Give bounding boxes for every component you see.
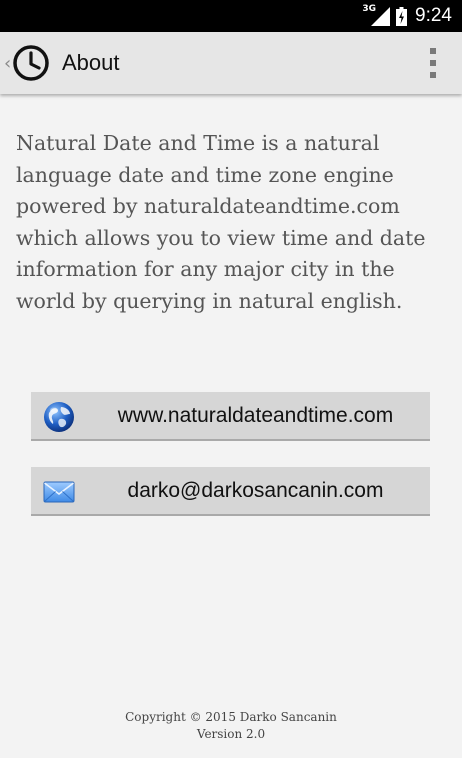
overflow-dot (430, 60, 436, 66)
footer: Copyright © 2015 Darko Sancanin Version … (0, 709, 462, 743)
about-description: Natural Date and Time is a natural langu… (16, 131, 426, 313)
website-link-button[interactable]: www.naturaldateandtime.com (31, 392, 430, 441)
clock-icon (13, 45, 49, 81)
version-text: Version 2.0 (196, 727, 266, 741)
battery-icon (396, 6, 408, 26)
envelope-icon (43, 481, 75, 503)
email-link-label: darko@darkosancanin.com (127, 479, 384, 502)
network-type-label: 3G (362, 4, 377, 14)
status-icons: 3G 9:24 (362, 0, 452, 32)
status-bar: 3G 9:24 (0, 0, 462, 32)
chevron-left-icon: ‹ (4, 52, 12, 74)
up-navigation-button[interactable]: ‹ (0, 32, 58, 94)
overflow-dot (430, 72, 436, 78)
email-link-button[interactable]: darko@darkosancanin.com (31, 467, 430, 516)
copyright-text: Copyright © 2015 Darko Sancanin (125, 710, 337, 724)
page-title: About (62, 50, 120, 75)
action-bar: ‹ About (0, 32, 462, 94)
globe-icon (44, 402, 74, 432)
website-link-label: www.naturaldateandtime.com (117, 404, 394, 427)
overflow-dot (430, 48, 436, 54)
overflow-menu-icon[interactable] (428, 48, 438, 78)
status-clock: 9:24 (415, 5, 452, 26)
